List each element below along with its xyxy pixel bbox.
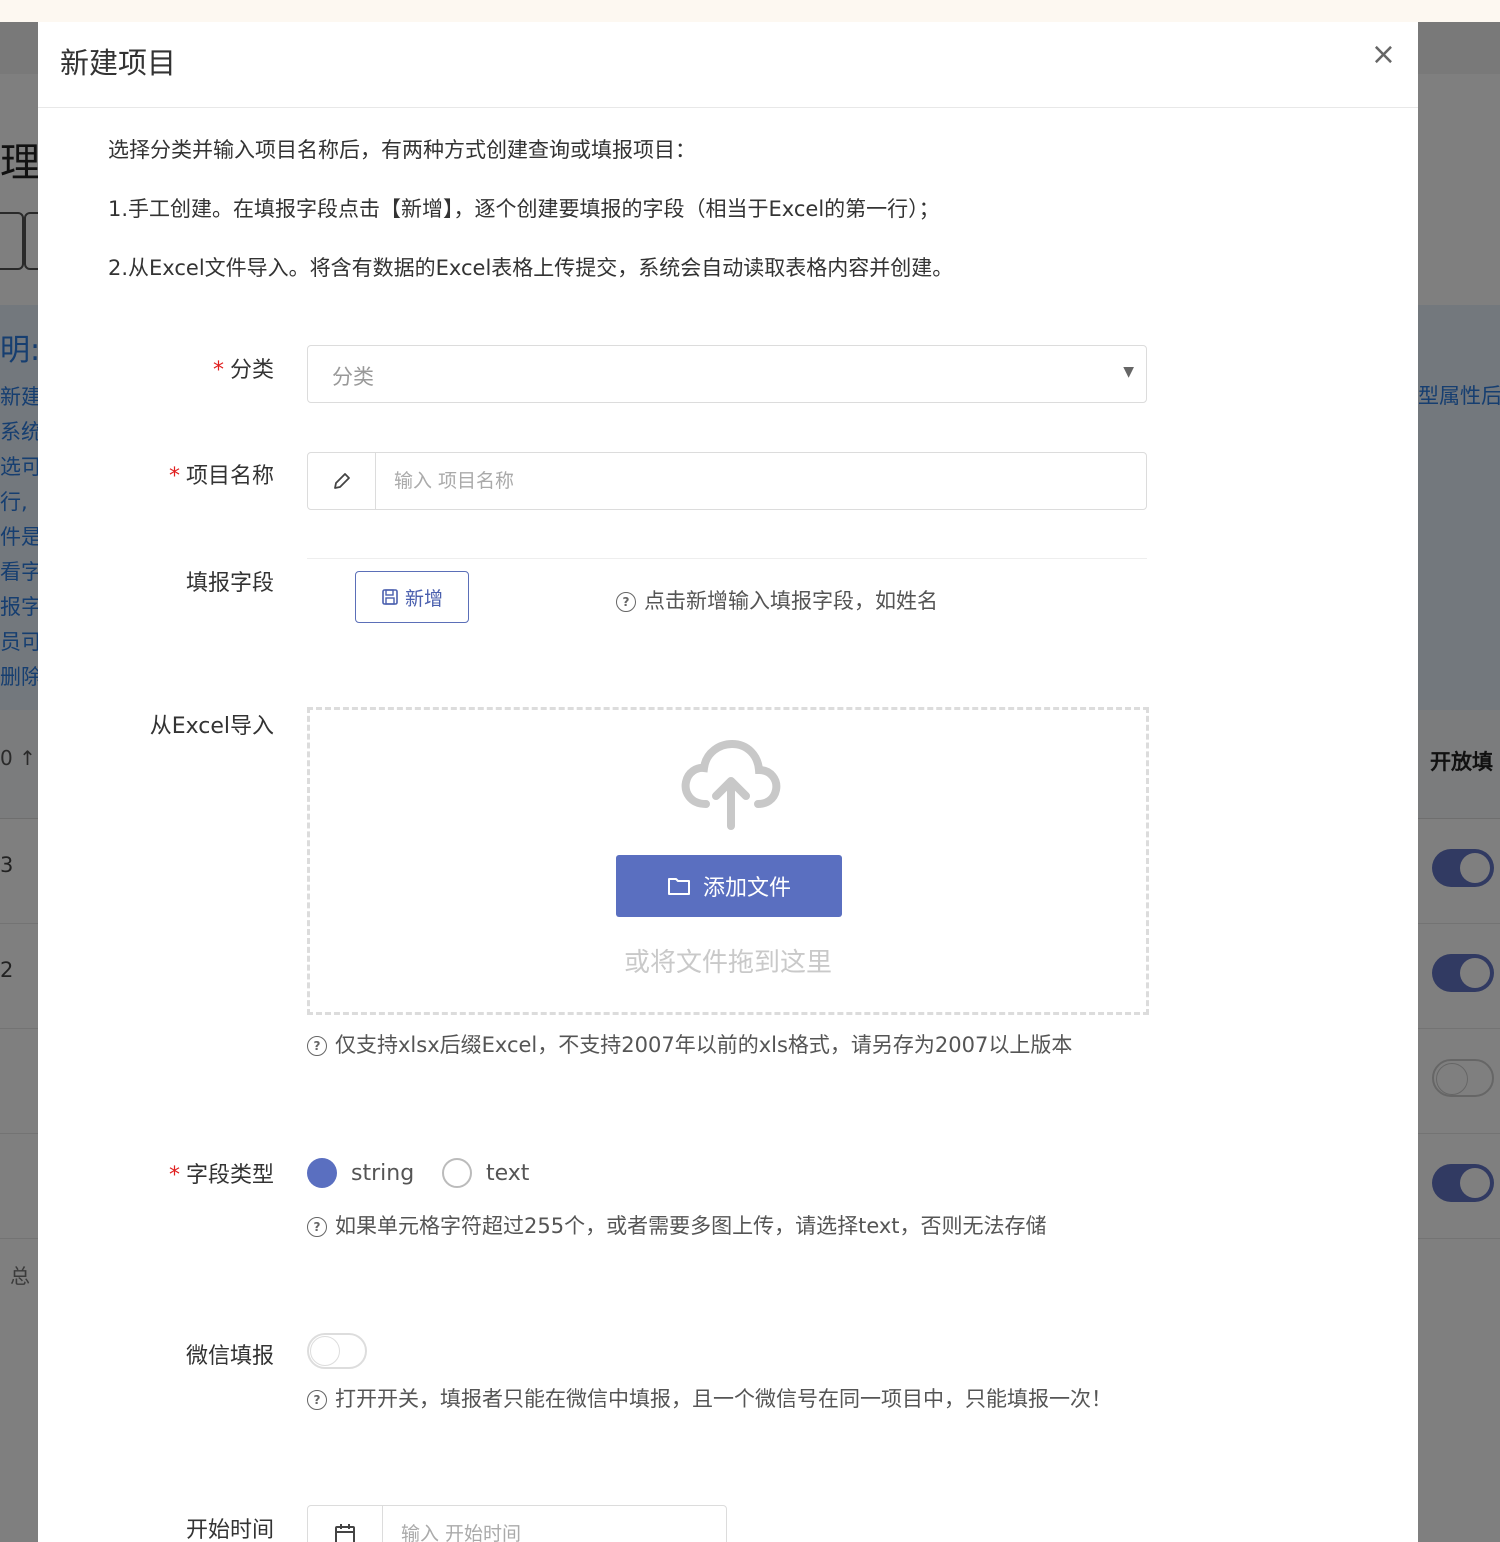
category-label: * 分类 [38, 352, 274, 384]
required-mark: * [168, 464, 180, 489]
required-mark: * [168, 1163, 180, 1188]
field-type-label: * 字段类型 [38, 1157, 274, 1189]
add-file-button-label: 添加文件 [702, 876, 791, 901]
chevron-down-icon: ▼ [1123, 364, 1134, 380]
field-type-radio-text[interactable]: text [442, 1158, 529, 1188]
intro-line: 2.从Excel文件导入。将含有数据的Excel表格上传提交，系统会自动读取表格… [108, 256, 954, 280]
save-icon [382, 589, 398, 605]
category-label-text: 分类 [229, 358, 274, 383]
wechat-hint-text: 打开开关，填报者只能在微信中填报，且一个微信号在同一项目中，只能填报一次！ [335, 1387, 1112, 1411]
new-project-modal: 新建项目 × 选择分类并输入项目名称后，有两种方式创建查询或填报项目： 1.手工… [38, 22, 1418, 1542]
toggle-knob [310, 1336, 340, 1366]
drop-files-text: 或将文件拖到这里 [623, 948, 832, 978]
pencil-icon [308, 453, 376, 509]
project-name-group [307, 452, 1147, 510]
intro-line: 1.手工创建。在填报字段点击【新增】，逐个创建要填报的字段（相当于Excel的第… [108, 197, 940, 221]
add-field-button[interactable]: 新增 [355, 571, 469, 623]
question-circle-icon: ? [307, 1036, 327, 1056]
question-circle-icon: ? [307, 1390, 327, 1410]
field-type-radio-string[interactable]: string [307, 1158, 414, 1188]
wechat-label: 微信填报 [185, 1344, 274, 1369]
add-file-button[interactable]: 添加文件 [616, 855, 842, 917]
question-circle-icon: ? [307, 1217, 327, 1237]
start-time-group [307, 1505, 727, 1542]
fields-hint-text: 点击新增输入填报字段，如姓名 [644, 589, 938, 613]
excel-import-label: 从Excel导入 [149, 714, 274, 739]
close-icon[interactable]: × [1371, 40, 1396, 70]
radio-selected-dot [307, 1158, 337, 1188]
wechat-toggle[interactable] [307, 1333, 367, 1369]
calendar-icon [308, 1506, 383, 1542]
radio-unselected-dot [442, 1158, 472, 1188]
field-type-option-label: text [486, 1160, 530, 1186]
required-mark: * [212, 358, 224, 383]
project-name-label: * 项目名称 [38, 458, 274, 490]
field-type-hint-text: 如果单元格字符超过255个，或者需要多图上传，请选择text，否则无法存储 [335, 1214, 1047, 1238]
field-type-hint: ? 如果单元格字符超过255个，或者需要多图上传，请选择text，否则无法存储 [307, 1209, 1147, 1243]
modal-title: 新建项目 [60, 46, 177, 80]
fields-label: 填报字段 [185, 571, 274, 596]
category-select[interactable]: 分类 ▼ [307, 345, 1147, 403]
field-type-label-text: 字段类型 [185, 1163, 274, 1188]
add-field-button-label: 新增 [404, 587, 443, 610]
question-circle-icon: ? [616, 592, 636, 612]
intro-line: 选择分类并输入项目名称后，有两种方式创建查询或填报项目： [108, 138, 696, 162]
project-name-input[interactable] [376, 453, 1142, 509]
fields-divider [307, 558, 1147, 559]
field-type-option-label: string [351, 1160, 415, 1186]
project-name-label-text: 项目名称 [185, 464, 274, 489]
category-select-value: 分类 [332, 365, 374, 389]
start-time-label: 开始时间 [185, 1518, 274, 1542]
start-time-input[interactable] [383, 1506, 723, 1542]
folder-icon [667, 878, 690, 895]
excel-import-hint-text: 仅支持xlsx后缀Excel，不支持2007年以前的xls格式，请另存为2007… [335, 1033, 1073, 1057]
cloud-upload-icon [678, 738, 782, 834]
excel-import-hint: ? 仅支持xlsx后缀Excel，不支持2007年以前的xls格式，请另存为200… [307, 1028, 1147, 1062]
fields-hint: ? 点击新增输入填报字段，如姓名 [616, 584, 938, 618]
wechat-hint: ? 打开开关，填报者只能在微信中填报，且一个微信号在同一项目中，只能填报一次！ [307, 1382, 1149, 1416]
modal-header: 新建项目 × [38, 22, 1418, 108]
excel-upload-dropzone[interactable]: 添加文件 或将文件拖到这里 [307, 707, 1149, 1015]
